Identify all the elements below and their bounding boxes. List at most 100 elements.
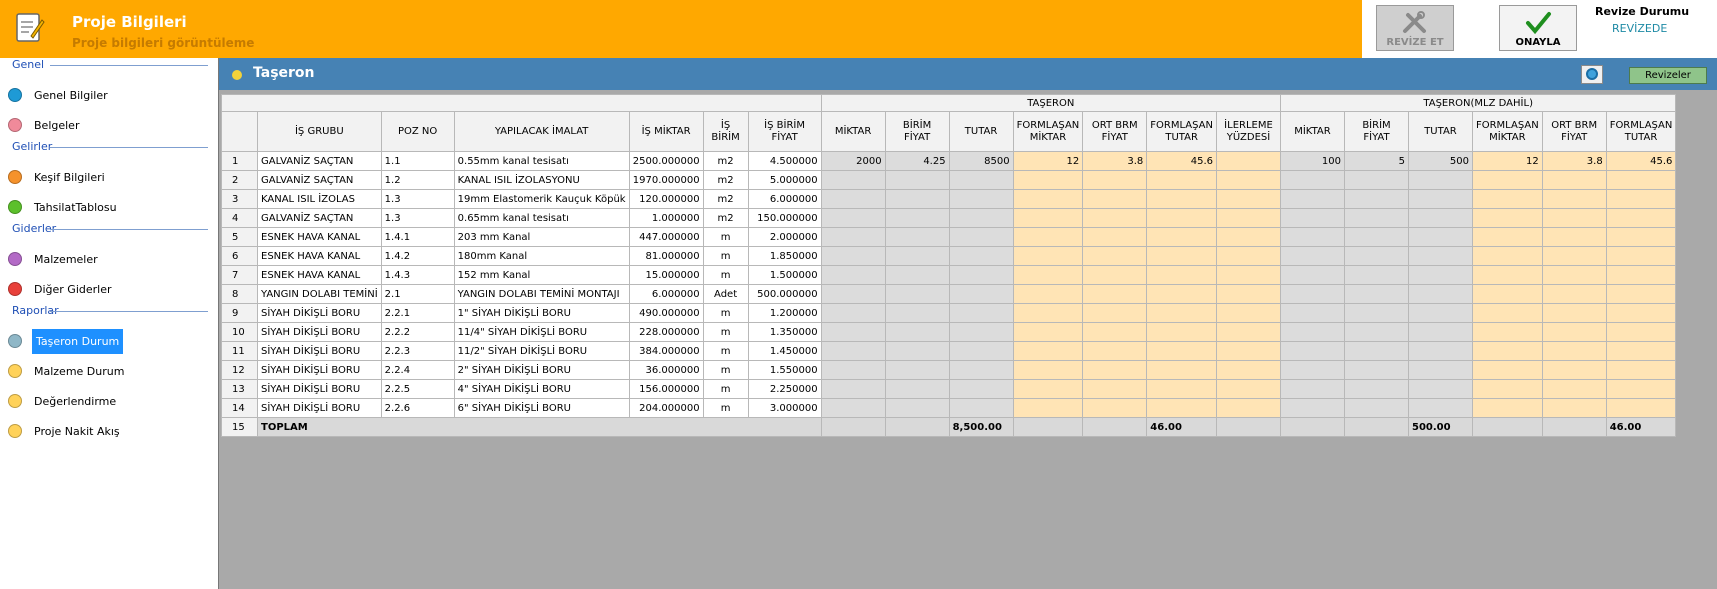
cell-taseron-mlz[interactable]: [1343, 322, 1409, 342]
cell-taseron[interactable]: [884, 360, 950, 380]
cell-taseron-mlz[interactable]: [1407, 322, 1473, 342]
cell-taseron-mlz[interactable]: [1605, 265, 1677, 285]
cell-is-miktar[interactable]: 1970.000000: [628, 170, 704, 190]
cell-taseron[interactable]: [1146, 170, 1217, 190]
cell-taseron[interactable]: [884, 246, 950, 266]
column-header[interactable]: İŞ BİRİM: [702, 111, 749, 152]
cell-is-birim-fiyat[interactable]: 2.000000: [747, 227, 822, 247]
cell-taseron[interactable]: [820, 265, 886, 285]
cell-is-grubu[interactable]: SİYAH DİKİŞLİ BORU: [257, 379, 382, 399]
sidebar-item[interactable]: Keşif Bilgileri: [8, 164, 107, 190]
onayla-button[interactable]: ONAYLA: [1499, 5, 1577, 51]
cell-taseron-mlz[interactable]: [1471, 379, 1543, 399]
cell-is-birim[interactable]: m: [702, 322, 749, 342]
cell-taseron[interactable]: [1146, 284, 1217, 304]
cell-taseron[interactable]: [1146, 398, 1217, 418]
cell-taseron[interactable]: [1146, 208, 1217, 228]
cell-taseron[interactable]: [820, 246, 886, 266]
cell-poz-no[interactable]: 2.2.5: [380, 379, 455, 399]
cell-taseron-mlz[interactable]: [1343, 398, 1409, 418]
cell-is-miktar[interactable]: 120.000000: [628, 189, 704, 209]
cell-taseron[interactable]: [1082, 341, 1148, 361]
cell-yapilacak-imalat[interactable]: 152 mm Kanal: [453, 265, 630, 285]
cell-taseron-mlz[interactable]: [1407, 208, 1473, 228]
table-row[interactable]: 13 SİYAH DİKİŞLİ BORU 2.2.5 4" SİYAH DİKİŞL…: [221, 379, 1677, 399]
cell-taseron[interactable]: [884, 265, 950, 285]
cell-is-miktar[interactable]: 204.000000: [628, 398, 704, 418]
cell-yapilacak-imalat[interactable]: 19mm Elastomerik Kauçuk Köpük: [453, 189, 630, 209]
cell-taseron-mlz[interactable]: [1471, 284, 1543, 304]
cell-taseron[interactable]: [1082, 322, 1148, 342]
cell-taseron[interactable]: [1215, 151, 1281, 171]
table-row[interactable]: 3 KANAL ISIL İZOLAS 1.3 19mm Elastomerik Ka…: [221, 189, 1677, 209]
cell-taseron-mlz[interactable]: [1605, 398, 1677, 418]
cell-is-birim[interactable]: m2: [702, 189, 749, 209]
cell-taseron[interactable]: [1012, 265, 1084, 285]
cell-is-miktar[interactable]: 6.000000: [628, 284, 704, 304]
cell-taseron-mlz[interactable]: [1605, 379, 1677, 399]
cell-is-miktar[interactable]: 490.000000: [628, 303, 704, 323]
cell-taseron[interactable]: [1082, 360, 1148, 380]
cell-taseron[interactable]: [820, 398, 886, 418]
cell-taseron-mlz[interactable]: [1343, 360, 1409, 380]
cell-taseron[interactable]: [1082, 303, 1148, 323]
cell-taseron-mlz[interactable]: [1279, 322, 1345, 342]
cell-taseron-mlz[interactable]: [1407, 170, 1473, 190]
cell-taseron-mlz[interactable]: [1541, 189, 1607, 209]
cell-taseron[interactable]: [884, 398, 950, 418]
cell-taseron[interactable]: [1082, 398, 1148, 418]
cell-is-grubu[interactable]: ESNEK HAVA KANAL: [257, 227, 382, 247]
cell-taseron[interactable]: [1215, 227, 1281, 247]
cell-poz-no[interactable]: 1.3: [380, 208, 455, 228]
table-row[interactable]: 2 GALVANİZ SAÇTAN 1.2 KANAL ISIL İZOLASYON…: [221, 170, 1677, 190]
cell-taseron-mlz[interactable]: [1541, 208, 1607, 228]
cell-taseron[interactable]: [1082, 284, 1148, 304]
cell-taseron-mlz[interactable]: [1407, 303, 1473, 323]
cell-is-miktar[interactable]: 2500.000000: [628, 151, 704, 171]
cell-taseron[interactable]: [948, 341, 1014, 361]
cell-yapilacak-imalat[interactable]: 1" SİYAH DİKİŞLİ BORU: [453, 303, 630, 323]
cell-taseron[interactable]: [948, 246, 1014, 266]
cell-taseron[interactable]: [948, 398, 1014, 418]
cell-taseron[interactable]: [1146, 379, 1217, 399]
cell-taseron-mlz[interactable]: 500: [1407, 151, 1473, 171]
cell-taseron[interactable]: [1012, 246, 1084, 266]
cell-taseron-mlz[interactable]: [1279, 341, 1345, 361]
cell-taseron-mlz[interactable]: [1471, 246, 1543, 266]
cell-is-birim[interactable]: m: [702, 303, 749, 323]
cell-is-miktar[interactable]: 36.000000: [628, 360, 704, 380]
cell-taseron[interactable]: [1215, 208, 1281, 228]
cell-is-birim-fiyat[interactable]: 6.000000: [747, 189, 822, 209]
cell-taseron[interactable]: [884, 341, 950, 361]
cell-taseron[interactable]: [948, 265, 1014, 285]
cell-taseron-mlz[interactable]: [1471, 341, 1543, 361]
cell-taseron[interactable]: [1012, 322, 1084, 342]
cell-poz-no[interactable]: 2.2.2: [380, 322, 455, 342]
cell-poz-no[interactable]: 1.2: [380, 170, 455, 190]
cell-is-birim[interactable]: m: [702, 341, 749, 361]
cell-yapilacak-imalat[interactable]: 0.55mm kanal tesisatı: [453, 151, 630, 171]
cell-taseron[interactable]: [820, 284, 886, 304]
sidebar-item[interactable]: Malzeme Durum: [8, 358, 126, 384]
sidebar-item[interactable]: Diğer Giderler: [8, 276, 114, 302]
cell-taseron-mlz[interactable]: [1605, 341, 1677, 361]
column-header[interactable]: İŞ BİRİM FİYAT: [747, 111, 822, 152]
cell-taseron-mlz[interactable]: [1407, 227, 1473, 247]
cell-taseron-mlz[interactable]: [1407, 398, 1473, 418]
cell-taseron[interactable]: [1082, 170, 1148, 190]
cell-taseron-mlz[interactable]: [1343, 303, 1409, 323]
cell-is-grubu[interactable]: GALVANİZ SAÇTAN: [257, 170, 382, 190]
cell-taseron-mlz[interactable]: [1471, 398, 1543, 418]
cell-taseron-mlz[interactable]: [1605, 246, 1677, 266]
cell-taseron-mlz[interactable]: [1541, 322, 1607, 342]
cell-is-birim-fiyat[interactable]: 1.500000: [747, 265, 822, 285]
cell-taseron[interactable]: [884, 189, 950, 209]
cell-taseron-mlz[interactable]: [1279, 208, 1345, 228]
cell-poz-no[interactable]: 1.3: [380, 189, 455, 209]
cell-taseron[interactable]: [948, 379, 1014, 399]
column-header[interactable]: FORMLAŞAN TUTAR: [1146, 111, 1217, 152]
cell-taseron[interactable]: [1082, 265, 1148, 285]
cell-is-birim-fiyat[interactable]: 3.000000: [747, 398, 822, 418]
cell-taseron[interactable]: 4.25: [884, 151, 950, 171]
cell-taseron[interactable]: 8500: [948, 151, 1014, 171]
